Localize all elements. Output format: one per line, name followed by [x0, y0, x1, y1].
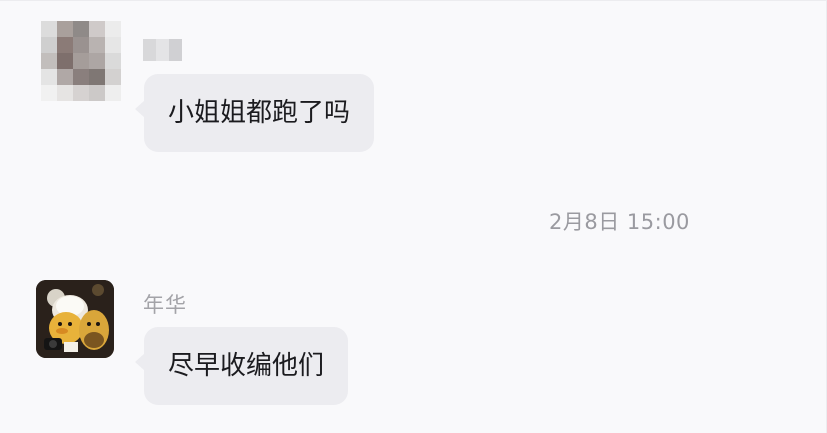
photo-avatar[interactable] [36, 280, 114, 358]
message-timestamp: 2月8日 15:00 [549, 210, 690, 234]
chat-panel: 小姐姐都跑了吗 2月8日 15:00 年华 尽早收编他们 [0, 0, 827, 433]
duck-plush-icon [36, 280, 114, 358]
message-bubble[interactable]: 尽早收编他们 [134, 327, 349, 405]
message-bubble[interactable]: 小姐姐都跑了吗 [134, 74, 375, 152]
pixelated-avatar[interactable] [41, 21, 121, 101]
sender-name: 年华 [143, 293, 187, 317]
sender-name-redacted [143, 39, 182, 61]
